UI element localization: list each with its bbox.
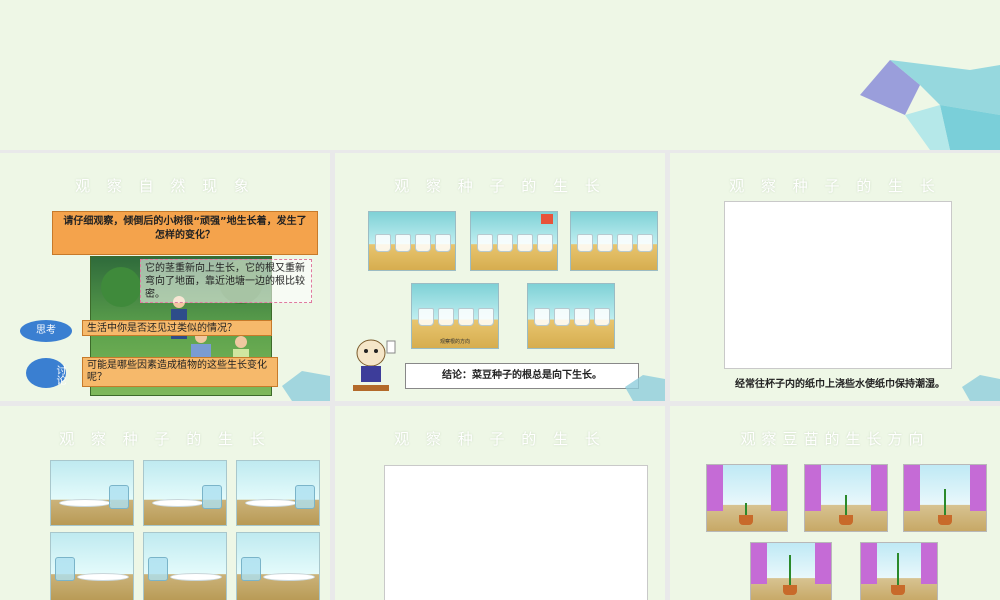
slide-seed-growth-4[interactable]: 观 察 种 子 的 生 长 (335, 406, 665, 600)
slide-seed-growth-2[interactable]: 观 察 种 子 的 生 长 经常往杯子内的纸巾上浇些水使纸巾保持潮湿。 (670, 153, 1000, 401)
slide-title: 观 察 种 子 的 生 长 (729, 177, 941, 195)
slide-title: 观 察 自 然 现 象 (75, 177, 255, 195)
dish-thumbnail-1 (50, 460, 134, 526)
think-bubble: 思考 (20, 320, 72, 342)
dish-thumbnail-4 (50, 532, 134, 600)
discuss-question: 可能是哪些因素造成植物的这些生长变化呢？ (82, 357, 278, 387)
slide-title: 观 察 种 子 的 生 长 (394, 430, 606, 448)
window-thumbnail-2 (804, 464, 888, 532)
watering-can-icon (541, 214, 553, 224)
seed-thumbnail-2 (470, 211, 558, 271)
decor-corner-icon (625, 375, 665, 401)
window-thumbnail-3 (903, 464, 987, 532)
seed-thumbnail-1 (368, 211, 456, 271)
decor-corner-icon (962, 375, 1000, 401)
image-placeholder (724, 201, 952, 369)
decor-polygons-icon (860, 60, 1000, 150)
slide-seedling-direction[interactable]: 观察豆苗的生长方向 (670, 406, 1000, 600)
slide-seed-growth-3[interactable]: 观 察 种 子 的 生 长 (0, 406, 330, 600)
dish-thumbnail-6 (236, 532, 320, 600)
seed-thumbnail-4: 观察根的方向 (411, 283, 499, 349)
decor-corner-icon (282, 371, 330, 401)
seed-thumbnail-5 (527, 283, 615, 349)
window-thumbnail-1 (706, 464, 788, 532)
slide-title: 观 察 种 子 的 生 长 (394, 177, 606, 195)
top-slide[interactable] (0, 0, 1000, 150)
window-thumbnail-5 (860, 542, 938, 600)
conclusion-box: 结论：菜豆种子的根总是向下生长。 (405, 363, 639, 389)
window-thumbnail-4 (750, 542, 832, 600)
slide-natural-phenomenon[interactable]: 观 察 自 然 现 象 请仔细观察，倾倒后的小树很“顽强”地生长着，发生了怎样的… (0, 153, 330, 401)
slide-title: 观 察 种 子 的 生 长 (59, 430, 271, 448)
watering-caption: 经常往杯子内的纸巾上浇些水使纸巾保持潮湿。 (735, 379, 945, 390)
prompt-scroll: 请仔细观察，倾倒后的小树很“顽强”地生长着，发生了怎样的变化？ (52, 211, 318, 255)
thumbnail-caption: 观察根的方向 (439, 339, 470, 345)
dish-thumbnail-2 (143, 460, 227, 526)
seed-thumbnail-3 (570, 211, 658, 271)
dish-thumbnail-3 (236, 460, 320, 526)
dish-thumbnail-5 (143, 532, 227, 600)
image-placeholder (384, 465, 648, 600)
mascot-scientist-icon (353, 339, 396, 391)
slide-seed-growth-1[interactable]: 观 察 种 子 的 生 长 观察根的方向 结论：菜豆种子的根总是向下生长。 (335, 153, 665, 401)
slide-title: 观察豆苗的生长方向 (740, 430, 930, 448)
think-question: 生活中你是否还见过类似的情况？ (82, 320, 272, 336)
discuss-bubble: 讨论 (26, 358, 66, 388)
observation-note: 它的茎重新向上生长，它的根又重新弯向了地面，靠近池塘一边的根比较密。 (140, 259, 312, 303)
